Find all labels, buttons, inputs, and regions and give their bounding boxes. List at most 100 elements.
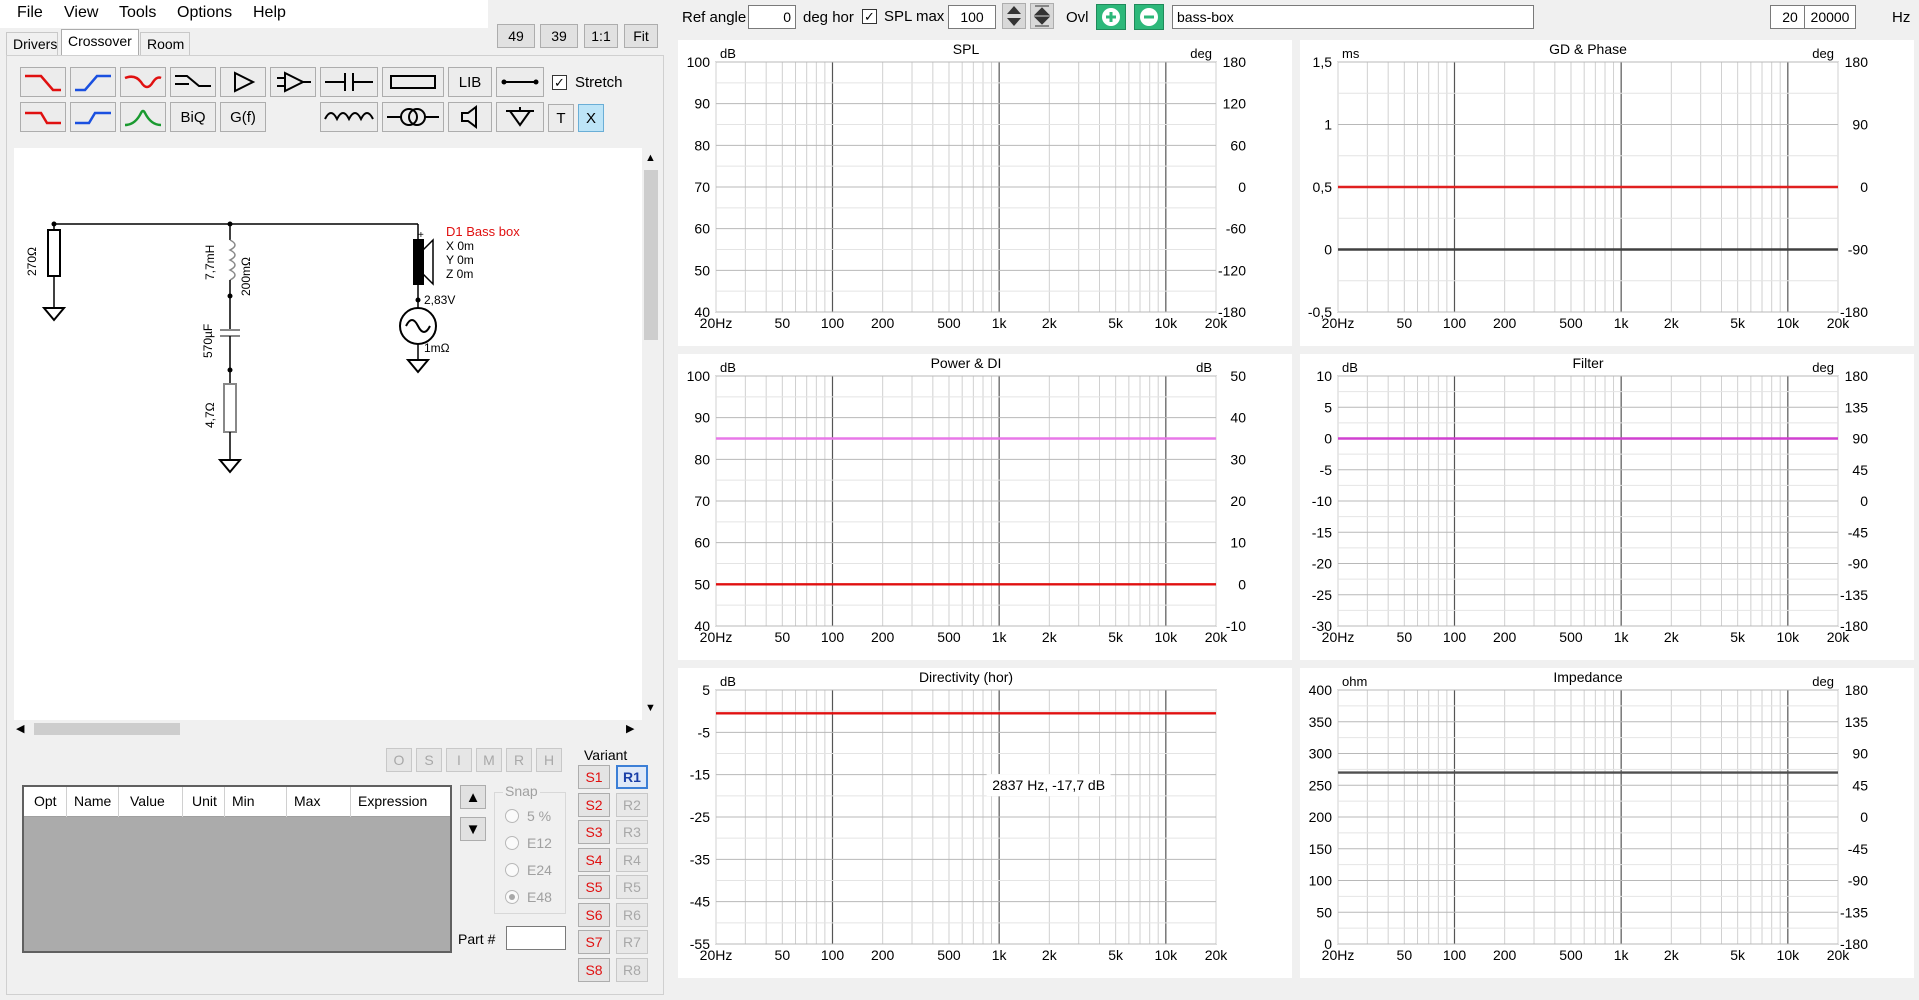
col-max[interactable]: Max — [294, 793, 320, 809]
opt-button-i[interactable]: I — [446, 748, 472, 772]
variant-s4-button[interactable]: S4 — [578, 847, 610, 872]
snap-e12-radio[interactable] — [505, 836, 519, 850]
vscroll-thumb[interactable] — [644, 170, 658, 340]
add-overlay-button[interactable] — [1096, 4, 1126, 30]
variant-r3-button[interactable]: R3 — [616, 820, 648, 844]
remove-overlay-button[interactable] — [1134, 4, 1164, 30]
variant-s1-button[interactable]: S1 — [578, 765, 610, 789]
col-opt[interactable]: Opt — [34, 793, 57, 809]
menu-tools[interactable]: Tools — [119, 4, 156, 22]
impedance-chart[interactable]: 400 350 300 250 200 150 100 50 0 180 135 90 45 0 -45 -9… — [1300, 668, 1914, 978]
gd-phase-chart[interactable]: 1,5 1 0,5 0 -0,5 180 90 0 -90 -180 20Hz 50 100 200 500… — [1300, 40, 1914, 346]
variant-r6-button[interactable]: R6 — [616, 902, 648, 927]
shelf-tool[interactable] — [170, 67, 216, 97]
variant-s3-button[interactable]: S3 — [578, 820, 610, 844]
variant-s8-button[interactable]: S8 — [578, 957, 610, 982]
opt-button-s[interactable]: S — [416, 748, 442, 772]
scroll-left-icon[interactable]: ◀ — [16, 722, 24, 735]
amplifier-tool[interactable] — [220, 67, 266, 97]
highpass2-tool[interactable] — [70, 102, 116, 132]
capacitor-tool[interactable] — [320, 67, 378, 97]
transformer-tool[interactable] — [382, 102, 444, 132]
tab-drivers[interactable]: Drivers — [6, 32, 58, 56]
col-min[interactable]: Min — [232, 793, 255, 809]
move-up-button[interactable]: ▲ — [460, 785, 486, 809]
wire-tool[interactable] — [496, 67, 544, 97]
library-tool[interactable]: LIB — [448, 67, 492, 97]
move-down-button[interactable]: ▼ — [460, 817, 486, 841]
tab-crossover[interactable]: Crossover — [61, 29, 139, 56]
directivity-chart[interactable]: 5 -5 -15 -25 -35 -45 -55 20Hz 50 100 200 500 1k 2k 5k 1… — [678, 668, 1292, 978]
variant-r5-button[interactable]: R5 — [616, 875, 648, 899]
hscroll-thumb[interactable] — [34, 723, 180, 735]
zoom-1to1-button[interactable]: 1:1 — [584, 24, 618, 48]
y2-tick-label: -90 — [1848, 242, 1868, 258]
tab-room[interactable]: Room — [140, 32, 190, 56]
zoom-39-button[interactable]: 39 — [540, 24, 578, 48]
opt-button-m[interactable]: M — [476, 748, 502, 772]
col-unit[interactable]: Unit — [192, 793, 217, 809]
scroll-right-icon[interactable]: ▶ — [626, 722, 634, 735]
opt-button-o[interactable]: O — [386, 748, 412, 772]
scroll-up-icon[interactable]: ▲ — [645, 152, 656, 164]
filter-chart[interactable]: 10 5 0 -5 -10 -15 -20 -25 -30 180 135 90 45 0 -45 -90 -1… — [1300, 354, 1914, 660]
lowpass-tool[interactable] — [20, 67, 66, 97]
part-number-input[interactable] — [506, 926, 566, 950]
col-expression[interactable]: Expression — [358, 793, 427, 809]
opamp-tool[interactable] — [270, 67, 316, 97]
spl-max-checkbox[interactable]: ✓ — [862, 9, 877, 24]
text-tool[interactable]: T — [548, 104, 574, 132]
optimizer-table[interactable]: Opt Name Value Unit Min Max Expression — [22, 785, 452, 953]
opt-button-h[interactable]: H — [536, 748, 562, 772]
variant-r8-button[interactable]: R8 — [616, 957, 648, 982]
variant-s2-button[interactable]: S2 — [578, 792, 610, 817]
x-tick-label: 200 — [1493, 947, 1517, 963]
transfer-function-tool[interactable]: G(f) — [220, 102, 266, 132]
menu-file[interactable]: File — [17, 4, 43, 22]
variant-s6-button[interactable]: S6 — [578, 902, 610, 927]
snap-e48-radio[interactable] — [505, 890, 519, 904]
delete-tool[interactable]: X — [578, 104, 604, 132]
spl-chart[interactable]: 100 90 80 70 60 50 40 180 120 60 0 -60 -120 -180 20Hz 5… — [678, 40, 1292, 346]
snap-5pct-radio[interactable] — [505, 809, 519, 823]
col-name[interactable]: Name — [74, 793, 111, 809]
spl-max-auto-button[interactable] — [1030, 3, 1054, 29]
resistor-tool[interactable] — [382, 67, 444, 97]
variant-s7-button[interactable]: S7 — [578, 930, 610, 954]
menu-view[interactable]: View — [64, 4, 98, 22]
variant-r1-button[interactable]: R1 — [616, 765, 648, 789]
zoom-49-button[interactable]: 49 — [497, 24, 535, 48]
inductor-tool[interactable] — [320, 102, 378, 132]
notch-tool[interactable] — [120, 67, 166, 97]
freq-max-input[interactable]: 20000 — [1804, 5, 1856, 29]
overlay-name-input[interactable]: bass-box — [1172, 5, 1534, 29]
highpass-tool[interactable] — [70, 67, 116, 97]
col-value[interactable]: Value — [130, 793, 165, 809]
biquad-tool[interactable]: BiQ — [170, 102, 216, 132]
schematic-canvas[interactable]: 270Ω 7,7mH 200mΩ 570µF 4,7Ω + D1 Bass bo… — [14, 148, 644, 720]
scroll-down-icon[interactable]: ▼ — [645, 702, 656, 714]
y-tick-label: -25 — [1312, 587, 1332, 603]
spl-max-input[interactable]: 100 — [948, 5, 996, 29]
schematic-hscroll[interactable]: ◀ ▶ — [14, 720, 642, 738]
power-di-chart[interactable]: 100 90 80 70 60 50 40 50 40 30 20 10 0 -10 20Hz 50 100 20… — [678, 354, 1292, 660]
speaker-tool[interactable] — [448, 102, 492, 132]
menu-options[interactable]: Options — [177, 4, 232, 22]
variant-r7-button[interactable]: R7 — [616, 930, 648, 954]
bandpass-tool[interactable] — [120, 102, 166, 132]
y-tick-label: 350 — [1309, 714, 1333, 730]
zoom-fit-button[interactable]: Fit — [624, 24, 658, 48]
snap-e24-radio[interactable] — [505, 863, 519, 877]
spl-max-spinner[interactable] — [1002, 3, 1026, 29]
lowpass2-tool[interactable] — [20, 102, 66, 132]
stretch-checkbox[interactable]: ✓ — [552, 75, 567, 90]
y-tick-label: 70 — [694, 493, 710, 509]
variant-s5-button[interactable]: S5 — [578, 875, 610, 899]
opt-button-r[interactable]: R — [506, 748, 532, 772]
variant-r2-button[interactable]: R2 — [616, 792, 648, 817]
menu-help[interactable]: Help — [253, 4, 286, 22]
ref-angle-input[interactable]: 0 — [748, 5, 796, 29]
schematic-vscroll[interactable]: ▲ ▼ — [642, 148, 660, 720]
variant-r4-button[interactable]: R4 — [616, 847, 648, 872]
ground-tool[interactable] — [496, 102, 544, 132]
